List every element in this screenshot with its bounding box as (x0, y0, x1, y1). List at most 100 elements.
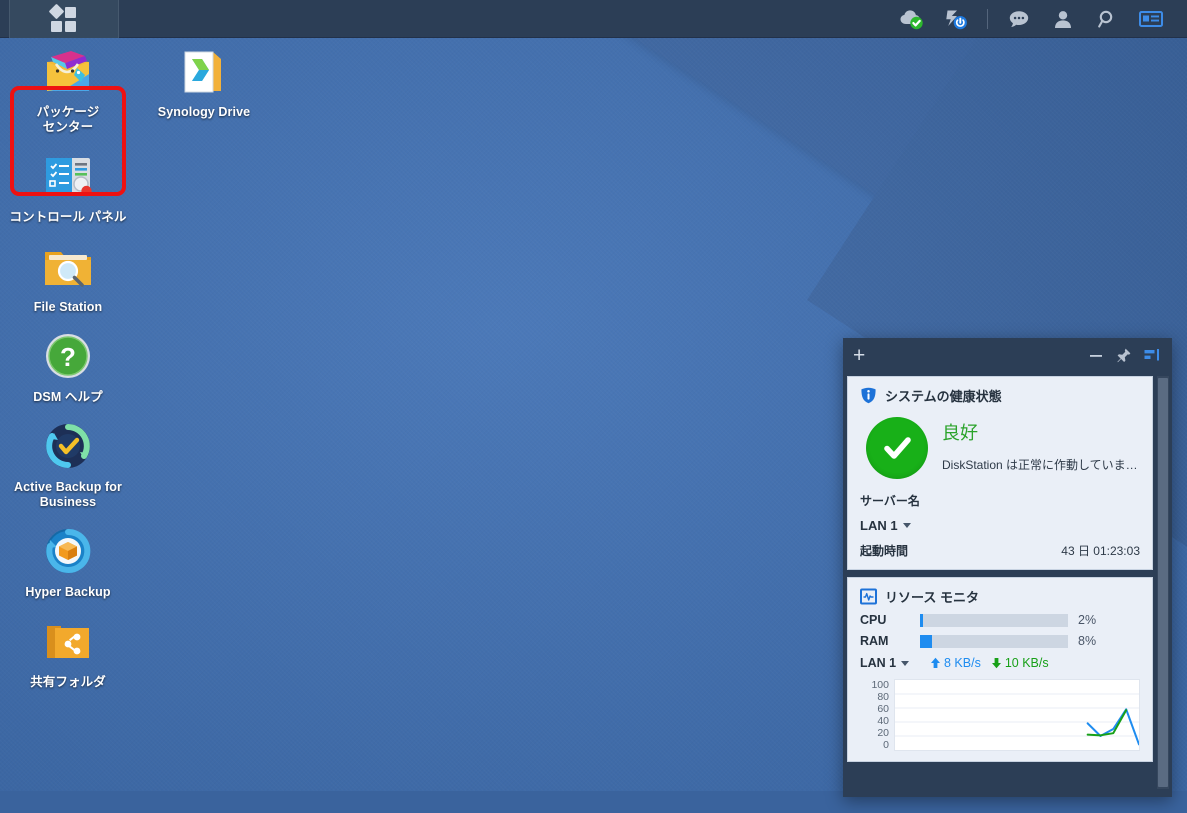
update-status-button[interactable] (890, 0, 934, 38)
y-tick-label: 60 (877, 703, 889, 715)
desktop-icon-package-center[interactable]: パッケージ センター (6, 38, 130, 135)
widget-panel-header: + (843, 338, 1172, 372)
download-rate-value: 10 KB/s (1004, 656, 1049, 670)
system-health-text: 良好 DiskStation は正常に作動していま… (942, 417, 1138, 473)
cpu-row: CPU 2% (860, 613, 1140, 627)
network-row: LAN 1 8 KB/s 10 KB/s (860, 656, 1140, 670)
desktop-column-1: パッケージ センター コントロール パネル File Station ? DSM… (6, 38, 130, 698)
health-lan-selector[interactable]: LAN 1 (860, 518, 1140, 533)
scrollbar-thumb[interactable] (1158, 378, 1168, 787)
resource-monitor-title: リソース モニタ (885, 590, 979, 605)
network-graph-svg (895, 680, 1139, 750)
search-button[interactable] (1085, 0, 1129, 38)
y-tick-label: 0 (883, 739, 889, 751)
chevron-down-icon (901, 660, 910, 666)
upload-arrow-icon (931, 657, 940, 668)
y-tick-label: 80 (877, 691, 889, 703)
system-health-status-row: 良好 DiskStation は正常に作動していま… (860, 411, 1140, 483)
start-menu-icon (48, 3, 78, 32)
package-center-icon (41, 44, 95, 98)
desktop-icon-shared-folder[interactable]: 共有フォルダ (6, 608, 130, 690)
desktop-icon-synology-drive[interactable]: Synology Drive (142, 38, 266, 120)
desktop-icon-file-station[interactable]: File Station (6, 233, 130, 315)
desktop-icon-label: DSM ヘルプ (33, 390, 103, 404)
network-graph: 100 80 60 40 20 0 (860, 679, 1140, 751)
taskbar (0, 0, 1187, 38)
widget-dock-button[interactable] (1138, 341, 1166, 369)
resource-monitor-widget: リソース モニタ CPU 2% RAM 8% LAN 1 8 KB/s 10 K… (847, 577, 1153, 762)
notifications-icon (1009, 10, 1029, 27)
synology-drive-icon (177, 44, 231, 98)
ram-row: RAM 8% (860, 634, 1140, 648)
add-widget-button[interactable]: + (853, 345, 865, 366)
series-upload (1088, 709, 1139, 744)
network-graph-y-axis: 100 80 60 40 20 0 (860, 679, 894, 751)
upload-rate: 8 KB/s (930, 656, 981, 670)
resource-lan-selector[interactable]: LAN 1 (860, 656, 920, 670)
chevron-down-icon (902, 523, 911, 528)
dsm-help-icon: ? (41, 329, 95, 383)
taskbar-tray (890, 0, 1187, 38)
y-tick-label: 40 (877, 715, 889, 727)
ram-value: 8% (1078, 634, 1097, 648)
ram-label: RAM (860, 634, 889, 648)
user-options-button[interactable] (1041, 0, 1085, 38)
health-lan-label: LAN 1 (860, 518, 898, 533)
search-icon (1098, 10, 1113, 28)
widget-list: システムの健康状態 良好 DiskStation は正常に作動していま… サーバ… (847, 376, 1153, 789)
desktop-icon-dsm-help[interactable]: ? DSM ヘルプ (6, 323, 130, 405)
update-status-icon (900, 9, 923, 29)
download-rate: 10 KB/s (991, 656, 1049, 670)
desktop-icon-label: コントロール パネル (9, 210, 127, 224)
server-name-row: サーバー名 (860, 492, 1140, 509)
system-health-title-row: システムの健康状態 (860, 386, 1140, 405)
widget-panel-body: システムの健康状態 良好 DiskStation は正常に作動していま… サーバ… (843, 372, 1172, 797)
minimize-icon (1090, 355, 1102, 357)
cpu-usage-bar (920, 613, 1068, 627)
hyper-backup-icon (41, 524, 95, 578)
resource-lan-label: LAN 1 (860, 656, 897, 670)
desktop-icon-label: パッケージ センター (36, 105, 100, 134)
download-arrow-icon (991, 658, 1001, 669)
info-shield-icon (861, 387, 876, 404)
uptime-value: 43 日 01:23:03 (1061, 544, 1140, 558)
upload-rate-value: 8 KB/s (944, 656, 981, 670)
cpu-value: 2% (1078, 613, 1097, 627)
y-tick-label: 100 (871, 679, 889, 691)
health-ok-icon (866, 417, 928, 479)
system-health-widget: システムの健康状態 良好 DiskStation は正常に作動していま… サーバ… (847, 376, 1153, 570)
desktop-icon-label: 共有フォルダ (30, 675, 106, 689)
widget-panel-scrollbar[interactable] (1157, 376, 1169, 789)
pin-icon (1117, 348, 1131, 363)
network-graph-plot (894, 679, 1140, 751)
widget-toggle-button[interactable] (1129, 0, 1173, 38)
desktop-icon-label: Synology Drive (157, 105, 251, 119)
start-menu-button[interactable] (9, 0, 119, 38)
svg-text:?: ? (60, 342, 76, 372)
file-station-icon (41, 239, 95, 293)
notifications-button[interactable] (997, 0, 1041, 38)
dock-right-icon (1144, 349, 1159, 361)
system-health-title: システムの健康状態 (885, 389, 1002, 404)
ram-usage-bar (920, 634, 1068, 648)
widget-pin-button[interactable] (1110, 341, 1138, 369)
shared-folder-icon (41, 614, 95, 668)
desktop-icon-label: Active Backup for Business (14, 480, 122, 509)
widget-minimize-button[interactable] (1082, 341, 1110, 369)
desktop-icon-label: Hyper Backup (25, 585, 111, 599)
system-health-status: 良好 (942, 423, 978, 443)
desktop-icon-control-panel[interactable]: コントロール パネル (6, 143, 130, 225)
power-status-button[interactable] (934, 0, 978, 38)
desktop-icon-active-backup-for-business[interactable]: Active Backup for Business (6, 413, 130, 510)
resource-monitor-icon (860, 588, 877, 605)
desktop-icon-hyper-backup[interactable]: Hyper Backup (6, 518, 130, 600)
uptime-label: 起動時間 (860, 544, 909, 558)
active-backup-icon (41, 419, 95, 473)
widget-panel: + システムの健康状態 良好 DiskStation は正常に作動していま… サ… (843, 338, 1172, 797)
control-panel-icon (41, 149, 95, 203)
widget-toggle-icon (1139, 10, 1163, 27)
server-name-label: サーバー名 (860, 494, 920, 508)
resource-monitor-title-row: リソース モニタ (860, 587, 1140, 606)
y-tick-label: 20 (877, 727, 889, 739)
system-health-description: DiskStation は正常に作動していま… (942, 457, 1138, 472)
